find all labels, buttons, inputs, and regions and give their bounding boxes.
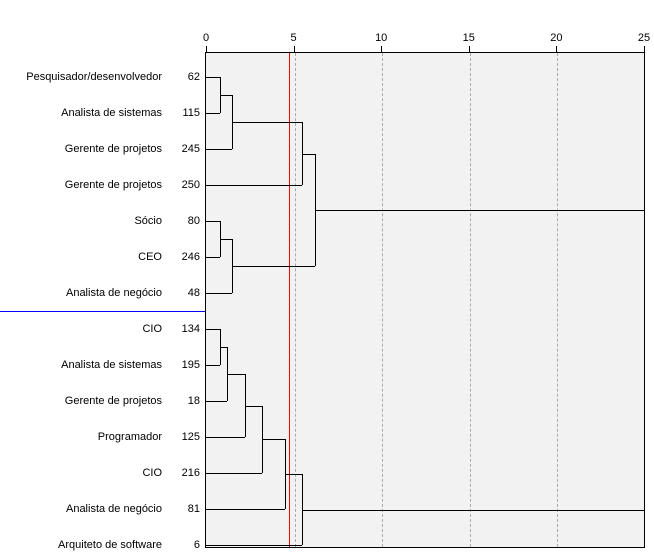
- axis-tick-label: 15: [463, 32, 475, 44]
- axis-tick-mark: [556, 46, 557, 52]
- axis-tick-label: 20: [550, 32, 562, 44]
- axis-tick-label: 10: [375, 32, 387, 44]
- dendrogram-h-segment: [206, 545, 302, 546]
- dendrogram-h-segment: [245, 406, 263, 407]
- axis-tick-mark: [469, 46, 470, 52]
- dendrogram-v-segment: [644, 210, 645, 510]
- dendrogram-h-segment: [315, 210, 644, 211]
- dendrogram-h-segment: [232, 266, 314, 267]
- axis-tick-mark: [644, 46, 645, 52]
- dendrogram-h-segment: [206, 221, 220, 222]
- leaf-id: 62: [170, 71, 204, 83]
- leaf-id: 125: [170, 431, 204, 443]
- leaf-label: Analista de sistemas: [0, 107, 168, 119]
- dendrogram-h-segment: [206, 257, 220, 258]
- leaf-label: CIO: [0, 323, 168, 335]
- dendrogram-h-segment: [206, 365, 220, 366]
- dendrogram-h-segment: [206, 329, 220, 330]
- leaf-id: 246: [170, 251, 204, 263]
- dendrogram-h-segment: [232, 122, 302, 123]
- leaf-label: Gerente de projetos: [0, 179, 168, 191]
- leaf-label: Sócio: [0, 215, 168, 227]
- leaf-id: 80: [170, 215, 204, 227]
- plot-area: [205, 52, 645, 548]
- gridline: [470, 53, 471, 547]
- dendrogram-h-segment: [220, 239, 232, 240]
- dendrogram-h-segment: [206, 293, 232, 294]
- leaf-id: 18: [170, 395, 204, 407]
- axis-tick-label: 5: [291, 32, 297, 44]
- leaf-label: Gerente de projetos: [0, 143, 168, 155]
- axis-tick-label: 0: [203, 32, 209, 44]
- gridline: [382, 53, 383, 547]
- leaf-id: 195: [170, 359, 204, 371]
- leaf-id: 6: [170, 539, 204, 551]
- chart-root: { "chart_data": { "type": "dendrogram", …: [0, 0, 654, 554]
- axis-tick-mark: [381, 46, 382, 52]
- gridline: [295, 53, 296, 547]
- axis-tick-mark: [206, 46, 207, 52]
- dendrogram-h-segment: [206, 185, 302, 186]
- dendrogram-h-segment: [206, 401, 227, 402]
- leaf-id: 216: [170, 467, 204, 479]
- leaf-label: Pesquisador/desenvolvedor: [0, 71, 168, 83]
- axis-tick-mark: [294, 46, 295, 52]
- leaf-label: Arquiteto de software: [0, 539, 168, 551]
- leaf-label: Analista de negócio: [0, 287, 168, 299]
- leaf-label: CIO: [0, 467, 168, 479]
- leaf-id: 245: [170, 143, 204, 155]
- dendrogram-h-segment: [206, 113, 220, 114]
- dendrogram-h-segment: [302, 510, 644, 511]
- leaf-label: Analista de negócio: [0, 503, 168, 515]
- dendrogram-h-segment: [220, 347, 227, 348]
- dendrogram-h-segment: [206, 437, 245, 438]
- leaf-id: 250: [170, 179, 204, 191]
- leaf-label: Analista de sistemas: [0, 359, 168, 371]
- dendrogram-h-segment: [206, 77, 220, 78]
- cluster-divider: [0, 311, 205, 312]
- dendrogram-h-segment: [262, 439, 285, 440]
- dendrogram-h-segment: [227, 374, 245, 375]
- leaf-id: 115: [170, 107, 204, 119]
- leaf-id: 81: [170, 503, 204, 515]
- dendrogram-h-segment: [220, 95, 232, 96]
- cut-line: [289, 53, 290, 547]
- leaf-label: CEO: [0, 251, 168, 263]
- leaf-id: 134: [170, 323, 204, 335]
- axis-tick-label: 25: [638, 32, 650, 44]
- dendrogram-h-segment: [206, 149, 232, 150]
- dendrogram-h-segment: [206, 473, 262, 474]
- leaf-label: Programador: [0, 431, 168, 443]
- dendrogram-h-segment: [302, 154, 314, 155]
- dendrogram-h-segment: [206, 509, 285, 510]
- leaf-label: Gerente de projetos: [0, 395, 168, 407]
- dendrogram-h-segment: [285, 474, 303, 475]
- gridline: [557, 53, 558, 547]
- leaf-id: 48: [170, 287, 204, 299]
